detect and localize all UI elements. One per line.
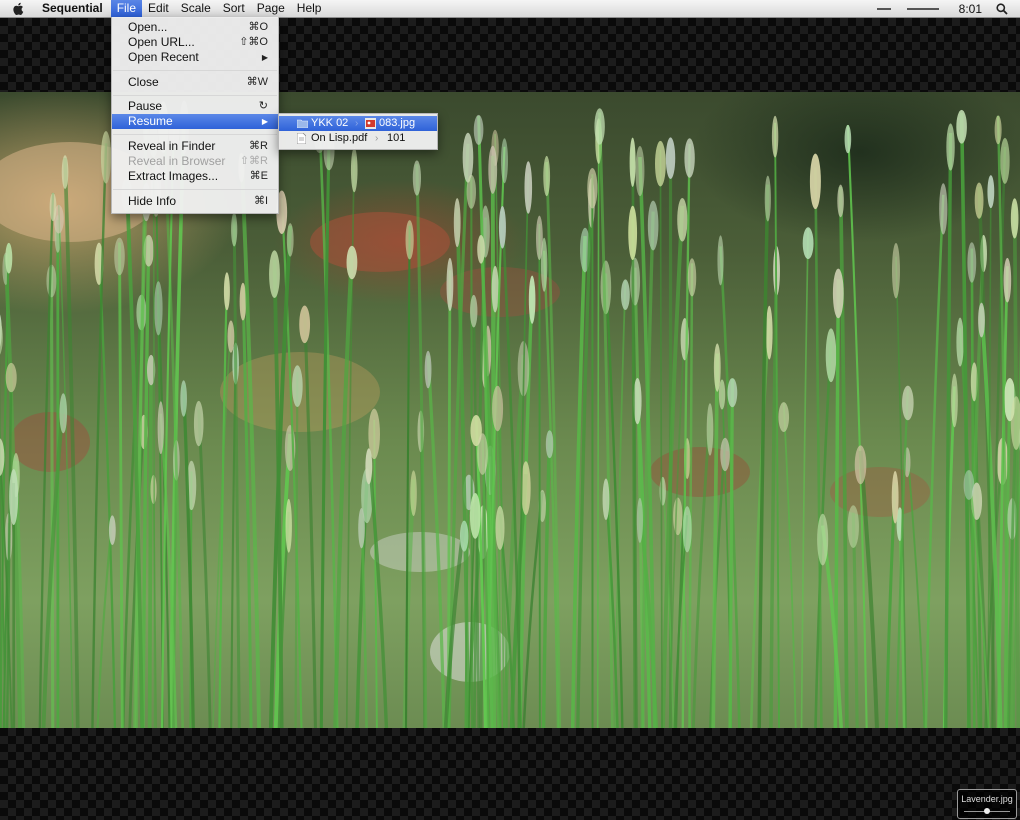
menu-item-reveal-in-finder[interactable]: Reveal in Finder ⌘R — [112, 139, 278, 154]
image-info-badge[interactable]: Lavender.jpg — [957, 789, 1017, 819]
menubar-clock[interactable]: 8:01 — [959, 2, 982, 16]
menu-item-close[interactable]: Close ⌘W — [112, 75, 278, 90]
menu-item-reveal-in-browser: Reveal in Browser ⇧⌘R — [128, 154, 268, 168]
menu-edit[interactable]: Edit — [142, 0, 175, 17]
spotlight-button[interactable] — [996, 2, 1008, 15]
menu-help[interactable]: Help — [291, 0, 328, 17]
resume-submenu: YKK 02 › 083.jpg On Lisp.pdf › 101 — [278, 113, 438, 150]
reload-icon: ↻ — [258, 100, 268, 112]
path-separator: › — [355, 118, 359, 129]
menu-file[interactable]: File — [110, 0, 143, 17]
menu-separator — [113, 189, 277, 190]
menu-item-open[interactable]: Open... ⌘O — [112, 20, 278, 35]
menu-bar: Sequential File Edit Scale Sort Page Hel… — [0, 0, 1020, 18]
menu-separator — [113, 70, 277, 71]
apple-menu[interactable] — [12, 0, 34, 17]
menu-item-resume[interactable]: Resume ▶ — [112, 114, 278, 129]
menu-item-open-recent[interactable]: Open Recent ▶ — [112, 50, 278, 65]
menu-item-hide-info[interactable]: Hide Info ⌘I — [112, 194, 278, 209]
minimize-icon[interactable] — [876, 7, 891, 10]
menu-separator — [113, 95, 277, 96]
menu-page[interactable]: Page — [251, 0, 291, 17]
menubar-extra-icon[interactable] — [906, 7, 939, 10]
menu-separator — [113, 134, 277, 135]
submenu-arrow-icon: ▶ — [261, 53, 268, 62]
resume-item-ykk02[interactable]: YKK 02 › 083.jpg — [279, 116, 437, 131]
path-separator: › — [375, 133, 379, 144]
image-file-icon — [365, 118, 376, 129]
menu-item-pause[interactable]: Pause ↻ — [112, 99, 278, 114]
submenu-arrow-icon: ▶ — [261, 117, 268, 126]
apple-icon — [13, 2, 24, 15]
image-filename: Lavender.jpg — [961, 794, 1013, 804]
pdf-icon — [297, 133, 306, 144]
menu-item-open-url[interactable]: Open URL... ⇧⌘O — [112, 35, 278, 50]
viewer-backdrop-bottom — [0, 728, 1020, 820]
page-position-indicator[interactable] — [984, 808, 990, 814]
menu-scale[interactable]: Scale — [175, 0, 217, 17]
resume-item-on-lisp[interactable]: On Lisp.pdf › 101 — [279, 131, 437, 146]
spotlight-icon — [996, 2, 1008, 15]
folder-icon — [297, 119, 308, 128]
app-menu-sequential[interactable]: Sequential — [34, 0, 111, 17]
menu-item-extract-images[interactable]: Extract Images... ⌘E — [112, 169, 278, 184]
menu-sort[interactable]: Sort — [217, 0, 251, 17]
file-menu-dropdown: Open... ⌘O Open URL... ⇧⌘O Open Recent ▶… — [111, 17, 279, 214]
